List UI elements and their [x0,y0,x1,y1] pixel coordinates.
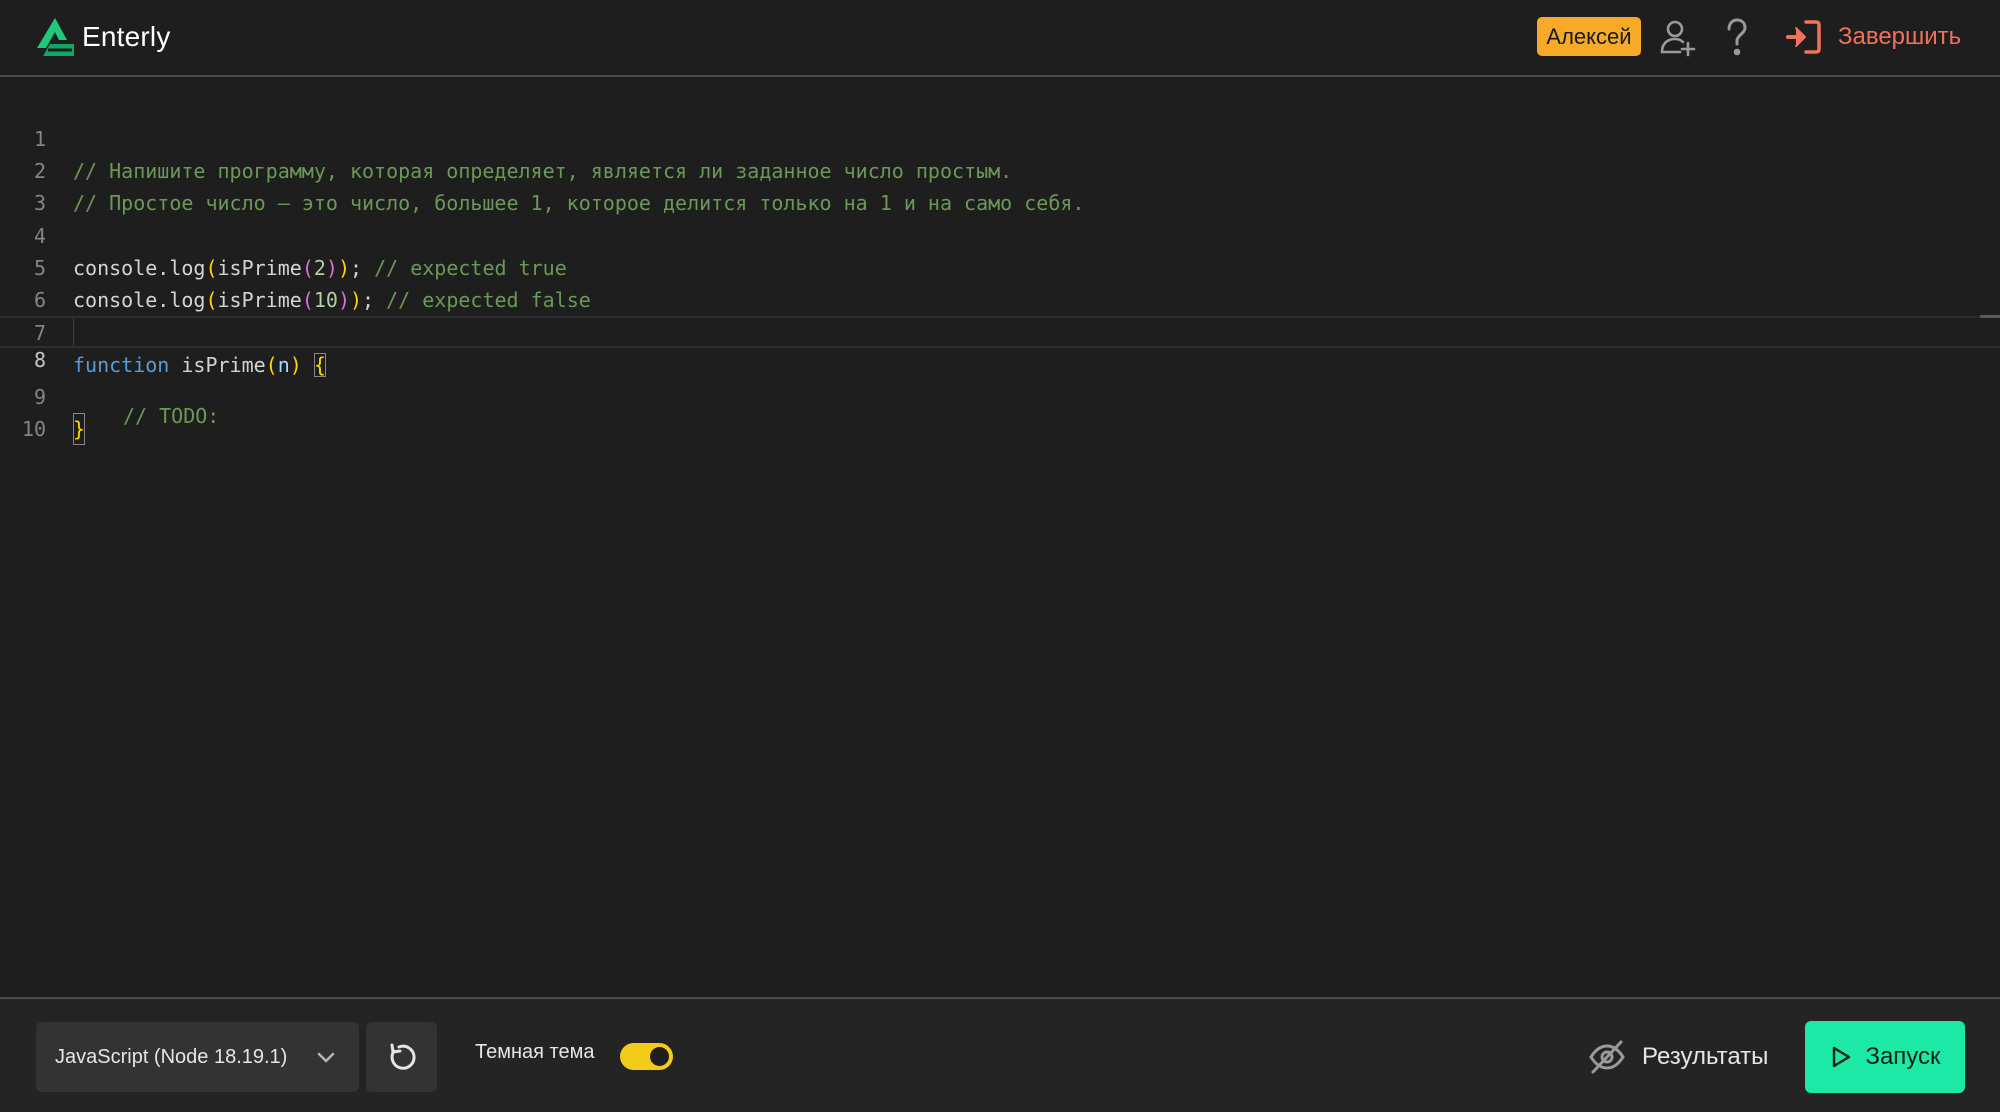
eye-off-icon [1589,1040,1625,1074]
results-button[interactable]: Результаты [1588,1039,1768,1075]
play-icon [1833,1046,1851,1068]
code-line[interactable]: 10 [0,381,2000,441]
code-line[interactable]: 6 [0,252,2000,312]
code-line[interactable]: 7 function isPrime(n) { [0,285,2000,377]
language-select-value: JavaScript (Node 18.19.1) [55,1045,288,1068]
matching-brace: } [73,413,86,445]
reset-button[interactable] [366,1022,437,1092]
code-line[interactable]: 4 console.log(isPrime(2)); // expected t… [0,188,2000,280]
code-line[interactable]: 9 } [0,349,2000,445]
finish-label: Завершить [1838,23,1962,50]
code-line-current[interactable]: 8 // TODO: [0,316,2000,428]
code-editor[interactable]: 1 // Напишите программу, которая определ… [0,79,2000,997]
question-mark-icon[interactable] [1716,16,1758,58]
indent-guide [73,318,74,346]
scrollbar-marker[interactable] [1980,315,2000,318]
enterly-logo-icon [37,18,74,56]
code-line[interactable]: 3 [0,155,2000,215]
finish-button[interactable]: Завершить [1784,16,1961,58]
user-badge[interactable]: Алексей [1537,17,1641,56]
language-select[interactable]: JavaScript (Node 18.19.1) [36,1022,359,1092]
toggle-knob [650,1047,669,1066]
bottom-toolbar: JavaScript (Node 18.19.1) Темная тема Ре… [0,997,2000,1112]
chevron-down-icon [317,1052,335,1063]
dark-theme-toggle[interactable] [620,1043,673,1070]
line-number: 10 [21,417,46,441]
app-name: Enterly [82,21,171,52]
top-bar: Enterly Алексей Завершить [0,0,2000,77]
reset-icon [390,1043,416,1070]
code-line[interactable]: 5 console.log(isPrime(10)); // expected … [0,220,2000,312]
dark-theme-label: Темная тема [475,1041,595,1063]
add-user-icon[interactable] [1656,16,1698,58]
results-label: Результаты [1642,1043,1769,1070]
run-button[interactable]: Запуск [1805,1021,1965,1093]
exit-icon [1786,20,1821,54]
app-logo[interactable]: Enterly [34,16,171,58]
code-line[interactable]: 1 // Напишите программу, которая определ… [0,91,2000,183]
code-line[interactable]: 2 // Простое число — это число, большее … [0,123,2000,215]
run-label: Запуск [1865,1043,1941,1070]
